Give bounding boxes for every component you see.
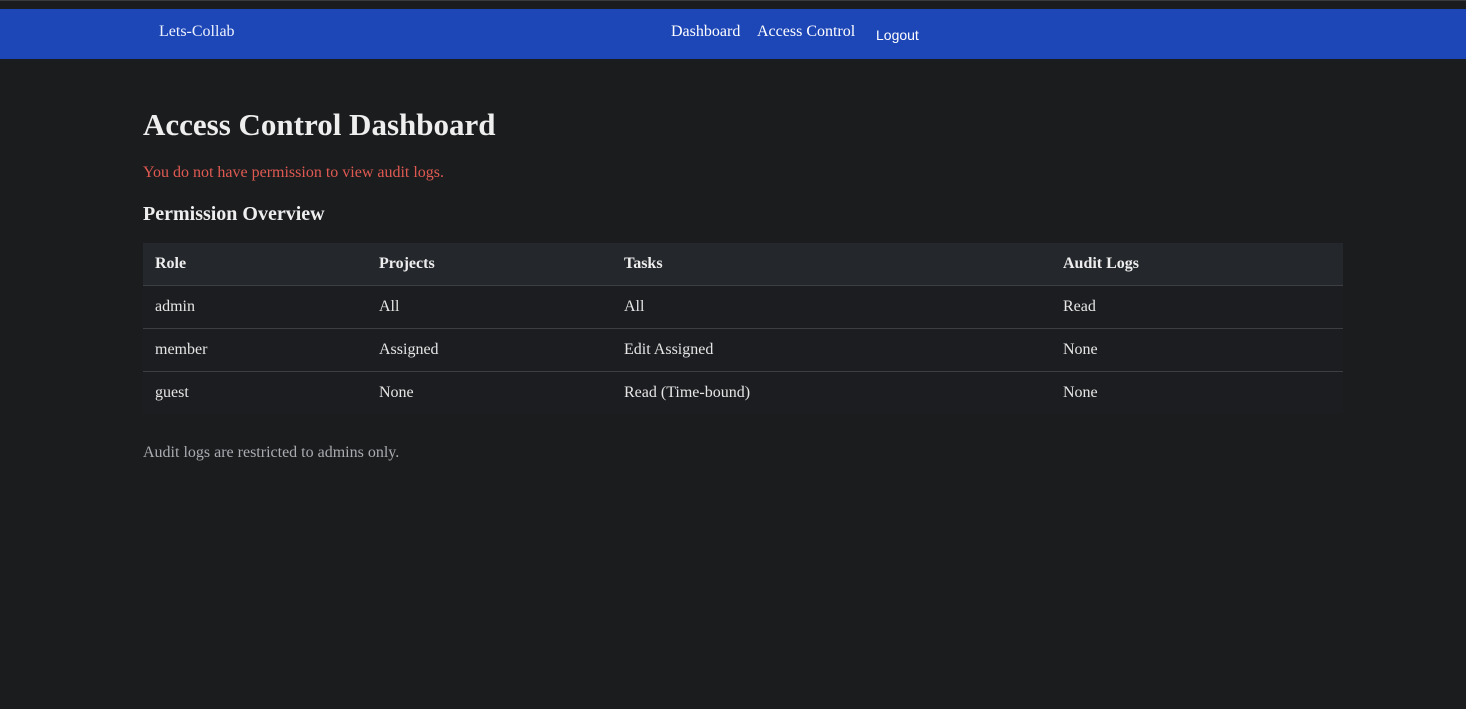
column-header-audit-logs: Audit Logs	[1051, 243, 1343, 286]
window-top-strip	[0, 0, 1466, 9]
nav-link-dashboard[interactable]: Dashboard	[671, 23, 740, 41]
permission-table: Role Projects Tasks Audit Logs admin All…	[143, 243, 1343, 414]
cell-tasks: Edit Assigned	[612, 328, 1051, 372]
audit-restriction-note: Audit logs are restricted to admins only…	[143, 444, 400, 461]
logout-button[interactable]: Logout	[868, 25, 927, 45]
cell-role: guest	[143, 371, 367, 414]
cell-tasks: All	[612, 285, 1051, 329]
cell-projects: All	[367, 285, 612, 329]
cell-audit-logs: None	[1051, 328, 1343, 372]
table-row: guest None Read (Time-bound) None	[143, 371, 1343, 414]
cell-role: admin	[143, 285, 367, 329]
cell-audit-logs: None	[1051, 371, 1343, 414]
table-header-row: Role Projects Tasks Audit Logs	[143, 243, 1343, 286]
cell-tasks: Read (Time-bound)	[612, 371, 1051, 414]
table-row: member Assigned Edit Assigned None	[143, 328, 1343, 372]
table-body: admin All All Read member Assigned Edit …	[143, 285, 1343, 414]
cell-role: member	[143, 328, 367, 372]
column-header-projects: Projects	[367, 243, 612, 286]
cell-projects: None	[367, 371, 612, 414]
table-header: Role Projects Tasks Audit Logs	[143, 243, 1343, 286]
nav-link-access-control[interactable]: Access Control	[757, 23, 855, 41]
top-navbar: Lets-Collab Dashboard Access Control Log…	[0, 9, 1466, 59]
brand-link[interactable]: Lets-Collab	[159, 23, 235, 41]
section-title-permission-overview: Permission Overview	[143, 203, 325, 225]
column-header-role: Role	[143, 243, 367, 286]
permission-error-message: You do not have permission to view audit…	[143, 164, 445, 181]
cell-audit-logs: Read	[1051, 285, 1343, 329]
column-header-tasks: Tasks	[612, 243, 1051, 286]
table-row: admin All All Read	[143, 285, 1343, 329]
cell-projects: Assigned	[367, 328, 612, 372]
page-title: Access Control Dashboard	[143, 107, 496, 142]
